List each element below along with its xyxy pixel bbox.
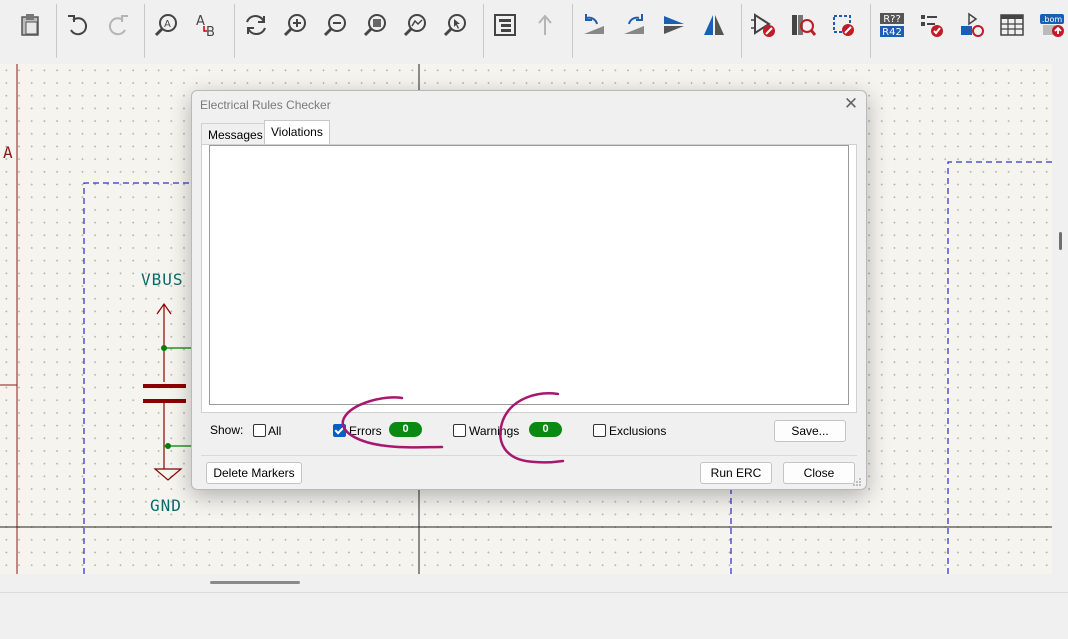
exclusions-checkbox[interactable]: [593, 424, 606, 437]
toolbar-separator: [741, 4, 742, 58]
svg-text:B: B: [206, 25, 215, 38]
junction-dot: [161, 345, 167, 351]
net-label-vbus: VBUS: [141, 270, 184, 289]
annotate-icon-text2: R42: [882, 27, 902, 38]
zoom-selection-icon[interactable]: [440, 8, 472, 42]
leave-sheet-icon[interactable]: [529, 8, 561, 42]
delete-markers-button[interactable]: Delete Markers: [206, 462, 302, 484]
vertical-scroll-thumb[interactable]: [1059, 232, 1062, 250]
run-erc-button[interactable]: Run ERC: [700, 462, 772, 484]
toolbar-separator: [870, 4, 871, 58]
undo-icon[interactable]: [62, 8, 94, 42]
resize-grip-icon[interactable]: [852, 477, 862, 487]
gnd-symbol: [153, 468, 183, 481]
warnings-checkbox-label[interactable]: Warnings: [469, 424, 519, 438]
find-icon[interactable]: A: [151, 8, 183, 42]
hierarchy-navigator-icon[interactable]: [489, 8, 521, 42]
symbol-browser-icon[interactable]: [787, 8, 819, 42]
paste-icon[interactable]: [14, 8, 46, 42]
errors-checkbox-label[interactable]: Errors: [349, 424, 382, 438]
rotate-ccw-icon[interactable]: [578, 8, 610, 42]
symbol-fields-table-icon[interactable]: [996, 8, 1028, 42]
toolbar-separator: [483, 4, 484, 58]
footprint-editor-icon[interactable]: [827, 8, 859, 42]
sheet-zone-label: A: [3, 143, 14, 162]
tab-violations[interactable]: Violations: [264, 120, 330, 145]
toolbar-separator: [572, 4, 573, 58]
save-button[interactable]: Save...: [774, 420, 846, 442]
zoom-fit-icon[interactable]: [360, 8, 392, 42]
horizontal-scroll-thumb[interactable]: [210, 581, 300, 584]
mirror-vertical-icon[interactable]: [658, 8, 690, 42]
bom-icon-text: .bom: [1042, 15, 1063, 24]
sheet-border-left: [83, 182, 191, 574]
zoom-objects-icon[interactable]: [400, 8, 432, 42]
junction-dot: [165, 443, 171, 449]
toolbar-separator: [144, 4, 145, 58]
tab-messages[interactable]: Messages: [201, 123, 265, 145]
violations-list[interactable]: [209, 145, 849, 405]
annotate-icon-text: R??: [883, 14, 901, 25]
refresh-icon[interactable]: [240, 8, 272, 42]
warnings-count-badge: 0: [529, 422, 562, 437]
zoom-out-icon[interactable]: [320, 8, 352, 42]
all-checkbox[interactable]: [253, 424, 266, 437]
erc-icon[interactable]: [916, 8, 948, 42]
violations-panel: [201, 144, 857, 413]
annotate-icon[interactable]: R?? R42: [876, 8, 908, 42]
dialog-divider: [201, 455, 857, 456]
all-checkbox-label[interactable]: All: [268, 424, 281, 438]
exclusions-checkbox-label[interactable]: Exclusions: [609, 424, 666, 438]
show-label: Show:: [210, 423, 244, 437]
find-replace-icon[interactable]: AB: [191, 8, 223, 42]
close-button[interactable]: Close: [783, 462, 855, 484]
toolbar-separator: [234, 4, 235, 58]
status-bar: [0, 592, 1068, 639]
errors-checkbox[interactable]: [333, 424, 346, 437]
capacitor-plate-bottom: [143, 399, 186, 403]
zoom-in-icon[interactable]: [280, 8, 312, 42]
vertical-scrollbar[interactable]: [1052, 64, 1068, 574]
horizontal-scrollbar[interactable]: [0, 574, 1068, 592]
capacitor-plate-top: [143, 384, 186, 388]
sheet-border-right: [947, 161, 1052, 574]
dialog-title: Electrical Rules Checker: [200, 98, 331, 112]
warnings-checkbox[interactable]: [453, 424, 466, 437]
svg-text:A: A: [164, 19, 171, 30]
assign-footprints-icon[interactable]: [956, 8, 988, 42]
redo-icon[interactable]: [102, 8, 134, 42]
symbol-editor-icon[interactable]: [747, 8, 779, 42]
rotate-cw-icon[interactable]: [618, 8, 650, 42]
toolbar-separator: [56, 4, 57, 58]
erc-dialog: Electrical Rules Checker ✕ Messages Viol…: [191, 90, 867, 490]
main-toolbar: A AB R?? R42 .bom: [0, 0, 1068, 65]
errors-count-badge: 0: [389, 422, 422, 437]
bom-icon[interactable]: .bom: [1036, 8, 1068, 42]
net-label-gnd: GND: [150, 496, 182, 515]
mirror-horizontal-icon[interactable]: [698, 8, 730, 42]
close-icon[interactable]: ✕: [842, 95, 860, 113]
